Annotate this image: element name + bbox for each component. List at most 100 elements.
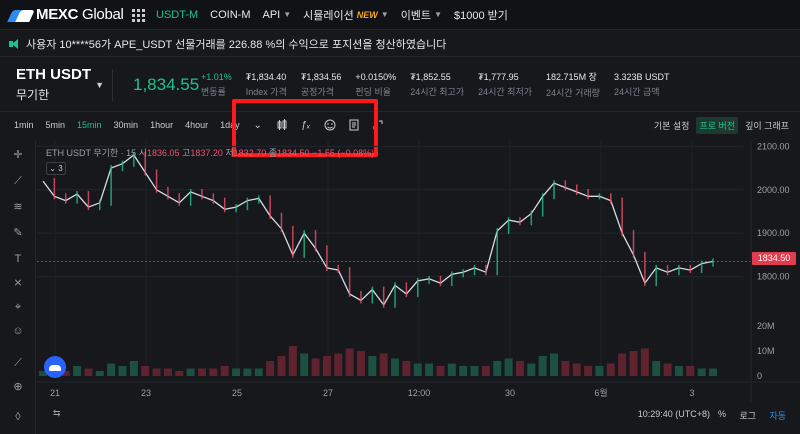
- volume-bar: [629, 351, 638, 376]
- crosshair-icon[interactable]: ✛: [11, 148, 25, 162]
- symbol-selector[interactable]: ETH USDT 무기한 ▼: [0, 66, 112, 103]
- current-price-tag: 1834.50: [752, 252, 796, 265]
- volume-bar: [334, 353, 343, 376]
- volume-bar: [538, 356, 547, 376]
- volume-bar: [640, 348, 649, 376]
- log-scale-toggle[interactable]: 로그: [739, 409, 756, 422]
- volume-bar: [356, 351, 365, 376]
- clock-readout[interactable]: 10:29:40 (UTC+8): [638, 409, 710, 419]
- nav-simulation[interactable]: 시뮬레이션 NEW ▼: [297, 0, 395, 30]
- volume-bar: [163, 368, 172, 376]
- volume-bar: [561, 361, 570, 376]
- top-nav: MEXC Global USDT-M COIN-M API ▼ 시뮬레이션 NEW ▼…: [0, 0, 800, 30]
- timeframe-15min[interactable]: 15min: [71, 120, 108, 130]
- nav-usdt-m[interactable]: USDT-M: [150, 0, 204, 30]
- view-depth[interactable]: 깊이 그래프: [742, 117, 792, 134]
- stat-fair-price[interactable]: ₮1,834.56 공정가격: [301, 72, 342, 98]
- magnet-icon[interactable]: ◊: [11, 410, 25, 424]
- time-axis-label: 23: [141, 388, 151, 398]
- volume-bar: [686, 366, 695, 376]
- volume-bar: [504, 358, 513, 376]
- volume-bar: [243, 368, 252, 376]
- time-axis-label: 30: [505, 388, 515, 398]
- volume-bar: [220, 366, 229, 376]
- volume-bar: [652, 361, 661, 376]
- volume-bar: [266, 361, 275, 376]
- timeframe-4hour[interactable]: 4hour: [179, 120, 214, 130]
- stat-funding-rate[interactable]: +0.0150% 펀딩 비율: [355, 72, 396, 98]
- fib-icon[interactable]: ≋: [11, 200, 25, 214]
- mexc-logo-icon: [8, 8, 32, 22]
- volume-bar: [550, 353, 559, 376]
- volume-bar: [186, 368, 195, 376]
- chart-legend: ETH USDT 무기한 · 15 시1836.05 고1837.20 저183…: [46, 148, 375, 158]
- text-icon[interactable]: T: [11, 252, 25, 266]
- time-axis-label: 6월: [594, 387, 607, 398]
- price-chart[interactable]: 2100.00 2000.00 1900.00 1800.00 20M 10M 0 21 23 2…: [37, 140, 800, 410]
- volume-bar: [311, 358, 320, 376]
- volume-bar: [595, 366, 604, 376]
- trendline-icon[interactable]: ⟋: [11, 174, 25, 188]
- brush-icon[interactable]: ✎: [11, 226, 25, 240]
- volume-bar: [118, 366, 127, 376]
- volume-bar: [175, 371, 184, 376]
- percent-scale-toggle[interactable]: %: [718, 409, 726, 419]
- volume-bar: [209, 368, 218, 376]
- timeframe-30min[interactable]: 30min: [108, 120, 145, 130]
- volume-bar: [141, 366, 150, 376]
- time-axis-label: 27: [323, 388, 333, 398]
- volume-bar: [413, 363, 422, 376]
- volume-bar: [447, 363, 456, 376]
- volume-bar: [345, 348, 354, 376]
- timeframe-1hour[interactable]: 1hour: [144, 120, 179, 130]
- view-pro[interactable]: 프로 버전: [696, 117, 739, 134]
- chart-view-options: 기본 설정 프로 버전 깊이 그래프: [651, 117, 792, 134]
- volume-bar: [107, 363, 116, 376]
- tradingview-logo-icon[interactable]: [44, 356, 66, 378]
- volume-bar: [322, 356, 331, 376]
- volume-axis-label: 20M: [757, 321, 775, 331]
- emoji-icon[interactable]: ☺: [11, 324, 25, 338]
- volume-bar: [300, 353, 309, 376]
- nav-events[interactable]: 이벤트 ▼: [395, 0, 448, 30]
- chevron-down-icon: ▼: [283, 10, 292, 19]
- projection-icon[interactable]: ⌖: [11, 300, 25, 314]
- nav-coin-m[interactable]: COIN-M: [204, 0, 256, 30]
- nav-api[interactable]: API ▼: [257, 0, 298, 30]
- stat-index-price[interactable]: ₮1,834.40 Index 가격: [246, 72, 287, 98]
- apps-grid-icon[interactable]: [132, 8, 146, 22]
- pattern-icon[interactable]: ⨯: [11, 276, 25, 290]
- volume-bar: [674, 366, 683, 376]
- notice-bar[interactable]: 사용자 10****56가 APE_USDT 선물거래를 226.88 %의 수…: [0, 31, 800, 57]
- volume-bar: [197, 368, 206, 376]
- volume-bar: [152, 368, 161, 376]
- zoom-in-icon[interactable]: ⊕: [11, 380, 25, 394]
- timeframe-5min[interactable]: 5min: [40, 120, 72, 130]
- auto-scale-toggle[interactable]: 자동: [769, 409, 786, 422]
- mexc-logo[interactable]: MEXC Global: [0, 6, 128, 23]
- volume-bar: [459, 366, 468, 376]
- view-basic[interactable]: 기본 설정: [651, 117, 693, 134]
- volume-bar: [232, 368, 241, 376]
- volume-bar: [277, 356, 286, 376]
- chevron-down-icon: ▼: [95, 80, 104, 90]
- price-axis-label: 2100.00: [757, 141, 790, 151]
- nav-get-1000[interactable]: $1000 받기: [448, 0, 514, 30]
- volume-bar: [95, 371, 104, 376]
- goto-date-icon[interactable]: ⇆: [53, 408, 65, 419]
- divider: [112, 68, 113, 101]
- ruler-icon[interactable]: ⟋: [11, 356, 25, 370]
- volume-axis-label: 0: [757, 371, 762, 381]
- volume-bar: [481, 366, 490, 376]
- indicator-collapse-button[interactable]: ⌄ 3: [46, 162, 66, 175]
- timeframe-1min[interactable]: 1min: [0, 120, 40, 130]
- volume-bar: [606, 363, 615, 376]
- volume-bar: [515, 361, 524, 376]
- volume-bar: [379, 353, 388, 376]
- stat-24h-low: ₮1,777.95 24시간 최저가: [478, 71, 533, 97]
- volume-bar: [368, 356, 377, 376]
- ticker-bar: ETH USDT 무기한 ▼ 1,834.55 +1.01% 변동률 ₮1,834…: [0, 58, 800, 112]
- volume-bar: [572, 363, 581, 376]
- speaker-icon: [8, 38, 20, 50]
- stat-24h-volume: 182.715M 장 24시간 거래량: [546, 72, 600, 98]
